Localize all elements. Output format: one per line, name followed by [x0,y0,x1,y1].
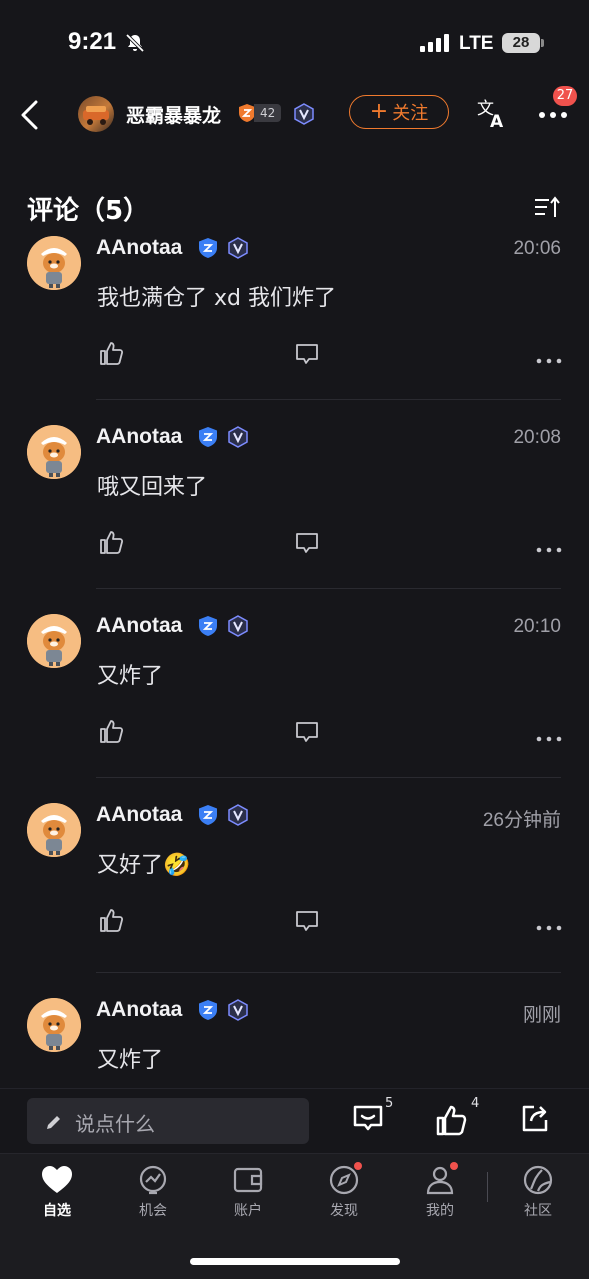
sort-icon[interactable] [533,195,561,221]
post-header: 恶霸暴暴龙 42 + 关注 文 A [0,88,589,142]
tab-me[interactable]: 我的 [408,1162,472,1220]
notification-dot [450,1162,458,1170]
v3-badge-icon [226,998,250,1026]
comments-title: 评论（5） [27,196,150,226]
comment-input-bar: 说点什么 5 4 [0,1088,589,1153]
notification-badge: 27 [553,86,577,106]
verified-icon [198,426,218,452]
comment-text: 我也满仓了 xd 我们炸了 [97,286,336,311]
comment-text: 哦又回来了 [97,475,208,500]
tab-community[interactable]: 社区 [506,1164,570,1220]
comment-time: 刚刚 [522,1005,561,1026]
comment-time: 26分钟前 [482,810,561,831]
thumbs-up-icon[interactable] [98,529,124,559]
like-count: 4 [471,1096,480,1111]
commenter-avatar[interactable] [27,425,81,479]
pencil-icon [47,1116,60,1129]
thumbs-up-icon[interactable] [98,907,124,937]
v3-badge-icon [226,803,250,831]
tab-discover[interactable]: 发现 [312,1162,376,1220]
commenter-name[interactable]: AAnotaa [96,803,182,827]
level-number: 42 [254,104,282,122]
tab-label: 我的 [426,1203,454,1219]
comment-time: 20:10 [513,616,561,637]
notification-dot [354,1162,362,1170]
verified-icon [198,237,218,263]
comment-divider [96,399,561,400]
comment-more-icon[interactable] [536,728,562,747]
tab-label: 自选 [43,1203,71,1219]
verified-icon [198,615,218,641]
level-badge: 42 [238,103,282,123]
reply-icon[interactable] [294,342,320,370]
reply-icon[interactable] [294,909,320,937]
comment-text: 又炸了 [97,1048,164,1073]
comment-placeholder: 说点什么 [75,1112,155,1136]
cell-signal-icon [420,34,449,52]
comment-time: 20:06 [513,238,561,259]
tab-opportunities[interactable]: 机会 [121,1164,185,1220]
v3-badge-icon [226,236,250,264]
status-time: 9:21 [68,28,117,55]
tab-divider [487,1172,488,1202]
commenter-avatar[interactable] [27,998,81,1052]
reply-icon[interactable] [294,531,320,559]
chart-trend-icon [139,1165,167,1195]
comment-text: 又炸了 [97,664,164,689]
bell-muted-icon [125,33,145,53]
comment-text: 又好了🤣 [97,853,191,878]
commenter-avatar[interactable] [27,236,81,290]
thumbs-up-icon[interactable] [98,718,124,748]
comment-input[interactable]: 说点什么 [27,1098,309,1144]
v3-badge-icon [226,425,250,453]
plus-icon: + [369,99,389,124]
community-icon [523,1165,553,1195]
heart-icon [42,1166,72,1193]
translate-icon[interactable]: 文 A [476,96,510,130]
tab-label: 账户 [234,1203,262,1219]
tab-label: 发现 [330,1203,358,1219]
comment-icon[interactable] [351,1103,385,1135]
comment-divider [96,972,561,973]
tab-account[interactable]: 账户 [216,1164,280,1220]
v3-badge-icon [294,103,314,125]
follow-button[interactable]: + 关注 [349,95,449,129]
comment-more-icon[interactable] [536,350,562,369]
commenter-avatar[interactable] [27,803,81,857]
tab-label: 社区 [524,1203,552,1219]
tab-label: 机会 [139,1203,167,1219]
status-bar: 9:21 LTE 28 [0,0,589,88]
svg-text:A: A [490,112,504,130]
commenter-name[interactable]: AAnotaa [96,236,182,260]
wallet-icon [233,1167,263,1193]
share-icon[interactable] [520,1103,550,1133]
verified-icon [198,804,218,830]
commenter-name[interactable]: AAnotaa [96,614,182,638]
author-avatar[interactable] [78,96,114,132]
commenter-avatar[interactable] [27,614,81,668]
thumbs-up-icon[interactable] [98,340,124,370]
comment-count: 5 [385,1096,394,1111]
network-type: LTE [459,33,494,54]
comment-more-icon[interactable] [536,917,562,936]
verified-icon [198,999,218,1025]
back-arrow-icon[interactable] [14,96,48,134]
reply-icon[interactable] [294,720,320,748]
commenter-name[interactable]: AAnotaa [96,425,182,449]
comment-divider [96,777,561,778]
home-indicator [190,1258,400,1265]
battery-tip [541,39,544,47]
comment-time: 20:08 [513,427,561,448]
comment-more-icon[interactable] [536,539,562,558]
commenter-name[interactable]: AAnotaa [96,998,182,1022]
author-name[interactable]: 恶霸暴暴龙 [126,101,221,128]
like-icon[interactable] [434,1103,468,1137]
follow-label: 关注 [392,103,429,124]
v3-badge-icon [226,614,250,642]
battery-indicator: 28 [502,33,540,53]
comment-divider [96,588,561,589]
tab-watchlist[interactable]: 自选 [25,1164,89,1220]
